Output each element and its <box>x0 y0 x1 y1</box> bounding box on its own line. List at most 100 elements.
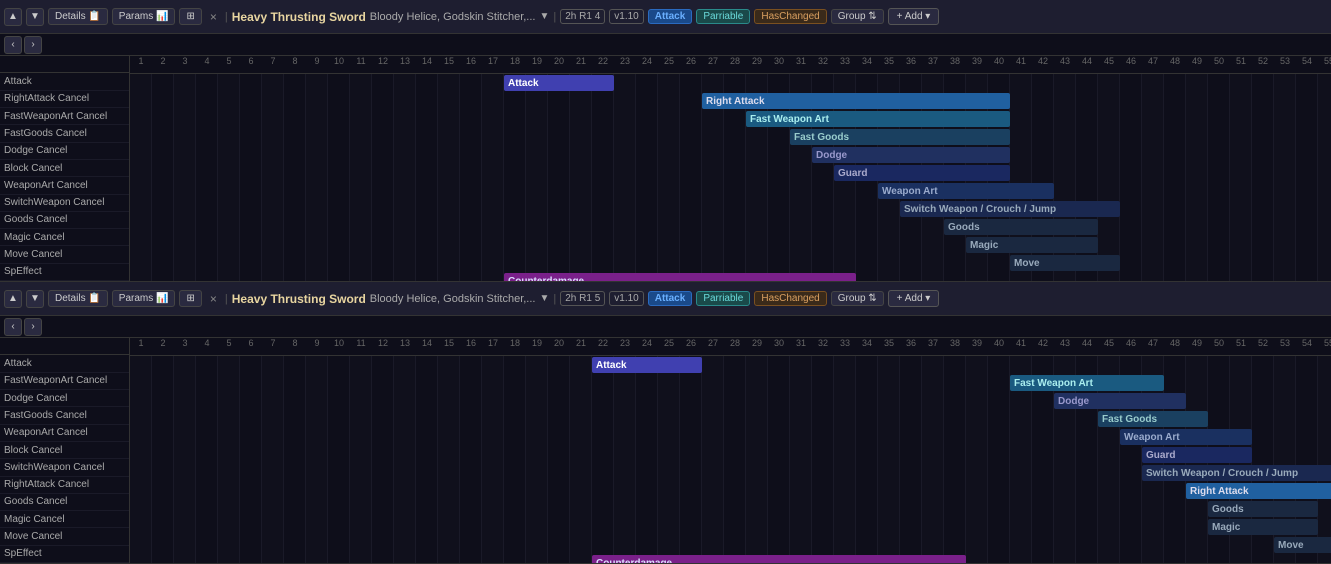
timeline-cell <box>438 254 460 272</box>
bar-10[interactable]: Move <box>1274 537 1331 553</box>
timeline-cell <box>284 392 306 410</box>
timeline-cell <box>284 500 306 518</box>
bar-7[interactable]: Switch Weapon / Crouch / Jump <box>900 201 1120 217</box>
scroll-right-button[interactable]: › <box>24 318 42 336</box>
timeline-cell <box>416 272 438 282</box>
bar-8[interactable]: Goods <box>1208 501 1318 517</box>
timeline-cell <box>966 410 988 428</box>
ruler-number: 48 <box>1164 56 1186 73</box>
scroll-right-button[interactable]: › <box>24 36 42 54</box>
timeline-row-9 <box>130 236 1331 254</box>
nav-up-button[interactable]: ▲ <box>4 8 22 26</box>
timeline-cell <box>174 446 196 464</box>
timeline-cell <box>592 92 614 110</box>
ruler-header <box>0 56 129 73</box>
timeline-cell <box>1120 518 1142 536</box>
group-badge[interactable]: Group ⇅ <box>831 291 884 306</box>
timeline-cell <box>306 356 328 374</box>
weapon-dropdown[interactable]: ▼ <box>539 11 549 22</box>
bar-1[interactable]: Right Attack <box>702 93 1010 109</box>
timeline-cell <box>174 164 196 182</box>
scroll-left-button[interactable]: ‹ <box>4 318 22 336</box>
ruler-number: 44 <box>1076 56 1098 73</box>
details-button[interactable]: Details 📋 <box>48 290 108 307</box>
group-badge[interactable]: Group ⇅ <box>831 9 884 24</box>
parriable-badge[interactable]: Parriable <box>696 291 750 306</box>
nav-down-button[interactable]: ▼ <box>26 8 44 26</box>
timeline-cell <box>262 428 284 446</box>
bar-4[interactable]: Weapon Art <box>1120 429 1252 445</box>
timeline-cell <box>746 218 768 236</box>
timeline-cell <box>504 428 526 446</box>
bar-3[interactable]: Fast Goods <box>790 129 1010 145</box>
nav-up-button[interactable]: ▲ <box>4 290 22 308</box>
bar-0[interactable]: Attack <box>504 75 614 91</box>
bar-2[interactable]: Fast Weapon Art <box>746 111 1010 127</box>
timeline-cell <box>966 428 988 446</box>
bar-9[interactable]: Magic <box>966 237 1098 253</box>
timeline-cell <box>592 218 614 236</box>
bar-9[interactable]: Magic <box>1208 519 1318 535</box>
bar-6[interactable]: Switch Weapon / Crouch / Jump <box>1142 465 1331 481</box>
details-button[interactable]: Details 📋 <box>48 8 108 25</box>
close-button[interactable]: × <box>206 290 221 308</box>
attack-badge[interactable]: Attack <box>648 9 693 24</box>
timeline-cell <box>152 236 174 254</box>
params-button[interactable]: Params 📊 <box>112 8 176 25</box>
timeline-cell <box>152 110 174 128</box>
compare-button[interactable]: ⊞ <box>179 290 201 307</box>
timeline-cell <box>812 464 834 482</box>
weapon-dropdown[interactable]: ▼ <box>539 293 549 304</box>
row-label-8: Goods Cancel <box>0 494 129 511</box>
add-button[interactable]: + Add ▾ <box>888 8 940 25</box>
timeline-cell <box>1032 482 1054 500</box>
bar-11[interactable]: Counterdamage <box>592 555 966 563</box>
row-label-5: Block Cancel <box>0 442 129 459</box>
scroll-left-button[interactable]: ‹ <box>4 36 22 54</box>
bar-0[interactable]: Attack <box>592 357 702 373</box>
bar-11[interactable]: Counterdamage <box>504 273 856 281</box>
timeline-cell <box>878 374 900 392</box>
attack-badge[interactable]: Attack <box>648 291 693 306</box>
bar-10[interactable]: Move <box>1010 255 1120 271</box>
bar-2[interactable]: Dodge <box>1054 393 1186 409</box>
bar-4[interactable]: Dodge <box>812 147 1010 163</box>
timeline-cell <box>790 356 812 374</box>
timeline-cell <box>460 374 482 392</box>
timeline-cell <box>1164 92 1186 110</box>
bar-6[interactable]: Weapon Art <box>878 183 1054 199</box>
timeline-cell <box>1296 446 1318 464</box>
timeline-cell <box>768 236 790 254</box>
add-button[interactable]: + Add ▾ <box>888 290 940 307</box>
timeline-cell <box>1230 254 1252 272</box>
timeline-cell <box>262 554 284 564</box>
bar-5[interactable]: Guard <box>1142 447 1252 463</box>
timeline-cell <box>1032 128 1054 146</box>
timeline-cell <box>482 218 504 236</box>
panel-2: ▲ ▼ Details 📋 Params 📊 ⊞ × | Heavy Thrus… <box>0 282 1331 564</box>
timeline-cell <box>1296 374 1318 392</box>
bar-3[interactable]: Fast Goods <box>1098 411 1208 427</box>
timeline-cell <box>416 74 438 92</box>
timeline-cell <box>1252 356 1274 374</box>
timeline-cell <box>130 446 152 464</box>
bar-5[interactable]: Guard <box>834 165 1010 181</box>
bar-1[interactable]: Fast Weapon Art <box>1010 375 1164 391</box>
nav-down-button[interactable]: ▼ <box>26 290 44 308</box>
haschanged-badge[interactable]: HasChanged <box>754 9 826 24</box>
compare-button[interactable]: ⊞ <box>179 8 201 25</box>
close-button[interactable]: × <box>206 8 221 26</box>
params-button[interactable]: Params 📊 <box>112 290 176 307</box>
timeline-cell <box>262 272 284 282</box>
timeline-cell <box>812 236 834 254</box>
timeline-cell <box>614 200 636 218</box>
timeline-cell <box>240 272 262 282</box>
bar-7[interactable]: Right Attack <box>1186 483 1331 499</box>
bar-8[interactable]: Goods <box>944 219 1098 235</box>
timeline-cell <box>504 392 526 410</box>
haschanged-badge[interactable]: HasChanged <box>754 291 826 306</box>
timeline-cell <box>1296 218 1318 236</box>
parriable-badge[interactable]: Parriable <box>696 9 750 24</box>
timeline-cell <box>262 464 284 482</box>
timeline-cell <box>724 254 746 272</box>
